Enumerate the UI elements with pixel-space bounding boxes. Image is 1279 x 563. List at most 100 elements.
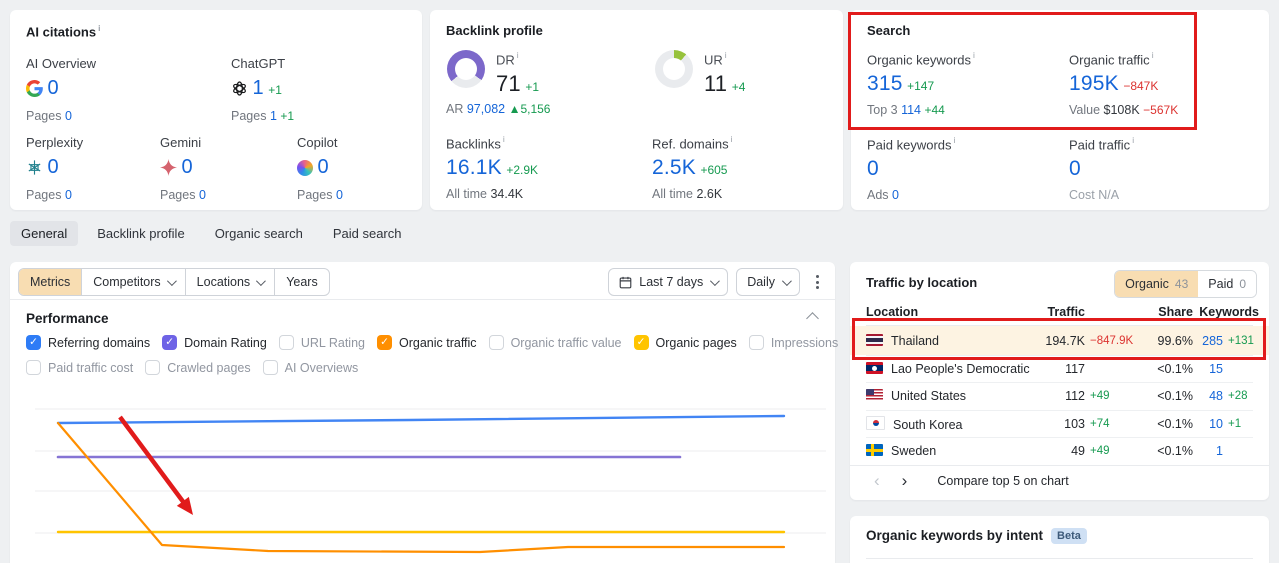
thailand-flag-icon [866,333,883,346]
checkbox-label: Crawled pages [167,360,251,375]
keywords-value[interactable]: 10 [1193,417,1223,431]
more-options-button[interactable] [808,269,827,295]
checkbox-paid-traffic-cost[interactable]: Paid traffic cost [26,360,133,375]
checkbox-organic-pages[interactable]: Organic pages [633,335,737,350]
column-share[interactable]: Share [1143,305,1193,319]
dr-donut [447,50,485,88]
checkbox-label: Organic pages [655,335,737,350]
next-page-icon[interactable] [902,472,908,489]
keywords-by-intent-panel: Organic keywords by intent Beta [850,516,1269,563]
keywords-value[interactable]: 1 [1193,444,1223,458]
ai-item-label: Copilot [297,135,338,150]
keywords-value[interactable]: 15 [1193,362,1223,376]
table-row-laos[interactable]: Lao People's Democratic Rep 117 <0.1% 15 [850,355,1269,382]
backlink-profile-title: Backlink profile [446,23,543,38]
column-keywords[interactable]: Keywords [1193,305,1259,319]
ar-label: AR [446,102,464,116]
ai-item-label: ChatGPT [231,56,286,71]
years-segment[interactable]: Years [275,269,329,295]
table-row-united-states[interactable]: United States 112 +49 <0.1% 48 +28 [850,382,1269,410]
organic-traffic-value[interactable]: 195K [1069,72,1119,95]
share-value: <0.1% [1157,444,1193,458]
checkbox-organic-traffic[interactable]: Organic traffic [376,335,477,350]
performance-toolbar: Metrics Competitors Locations Years Last… [18,268,827,296]
checkbox-crawled-pages[interactable]: Crawled pages [145,360,251,375]
keywords-value[interactable]: 285 [1193,334,1223,348]
info-icon[interactable] [515,50,519,69]
organic-traffic-block: Organic traffic 195K −847K Value $108K −… [1069,50,1178,117]
top3-value[interactable]: 114 [901,103,921,117]
ads-value[interactable]: 0 [892,188,899,202]
checkbox-domain-rating[interactable]: Domain Rating [162,335,267,350]
table-pagination: Compare top 5 on chart [874,472,1068,489]
pages-label: Pages [26,188,62,202]
pages-value[interactable]: 0 [65,188,72,202]
tab-organic-search[interactable]: Organic search [204,221,314,246]
pages-value[interactable]: 0 [65,109,72,123]
info-icon[interactable] [971,50,975,69]
checkbox-icon [278,335,294,350]
checkbox-label: URL Rating [300,335,365,350]
previous-page-icon[interactable] [874,472,880,489]
ai-item-value[interactable]: 0 [181,156,192,178]
pages-value[interactable]: 1 [270,109,277,123]
value-delta: −567K [1143,103,1179,118]
table-row-thailand[interactable]: Thailand 194.7K −847.9K 99.6% 285 +131 [850,326,1269,355]
performance-chart[interactable] [10,380,835,563]
checkbox-url-rating[interactable]: URL Rating [278,335,365,350]
chevron-down-icon [781,275,792,286]
info-icon[interactable] [952,135,956,154]
locations-dropdown[interactable]: Locations [186,269,276,295]
value-label: Value [1069,103,1101,118]
info-icon[interactable] [729,134,733,153]
backlinks-value[interactable]: 16.1K [446,156,502,179]
toggle-paid[interactable]: Paid 0 [1198,271,1256,297]
competitors-dropdown[interactable]: Competitors [82,269,186,295]
checkbox-icon [262,360,278,375]
tab-backlink-profile[interactable]: Backlink profile [86,221,195,246]
toggle-organic-label: Organic [1125,277,1169,291]
compare-top5-link[interactable]: Compare top 5 on chart [937,474,1068,488]
location-name: United States [891,389,967,403]
column-traffic[interactable]: Traffic [1033,305,1085,319]
locations-label: Locations [196,275,251,289]
pages-value[interactable]: 0 [336,188,343,202]
column-location[interactable]: Location [866,305,1033,319]
info-icon[interactable] [96,23,100,39]
pages-value[interactable]: 0 [199,188,206,202]
pages-delta: +1 [280,109,295,123]
granularity-button[interactable]: Daily [736,268,800,296]
traffic-value: 117 [1065,361,1085,376]
alltime-label: All time [446,187,487,202]
tab-paid-search[interactable]: Paid search [322,221,413,246]
toggle-organic[interactable]: Organic 43 [1115,271,1199,297]
info-icon[interactable] [1130,135,1134,154]
paid-traffic-value[interactable]: 0 [1069,157,1081,180]
keywords-delta: +1 [1228,417,1242,430]
paid-keywords-value[interactable]: 0 [867,157,879,180]
ai-item-value[interactable]: 1 [252,77,263,99]
metrics-segment[interactable]: Metrics [19,269,83,295]
date-range-button[interactable]: Last 7 days [608,268,729,296]
ai-item-value[interactable]: 0 [317,156,328,178]
ai-item-value[interactable]: 0 [47,156,58,178]
ai-item-value[interactable]: 0 [47,77,58,99]
info-icon[interactable] [501,134,505,153]
info-icon[interactable] [723,50,727,69]
checkbox-referring-domains[interactable]: Referring domains [26,335,150,350]
checkbox-organic-traffic-value[interactable]: Organic traffic value [488,335,622,350]
organic-keywords-value[interactable]: 315 [867,72,903,95]
ref-domains-value[interactable]: 2.5K [652,156,696,179]
collapse-section-button[interactable] [806,312,819,325]
tab-general[interactable]: General [10,220,79,246]
ar-value[interactable]: 97,082 [467,102,505,116]
toggle-paid-label: Paid [1208,277,1234,291]
info-icon[interactable] [1150,50,1154,69]
checkbox-ai-overviews[interactable]: AI Overviews [262,360,358,375]
table-row-south-korea[interactable]: South Korea 103 +74 <0.1% 10 +1 [850,410,1269,437]
beta-badge: Beta [1051,528,1087,544]
table-row-sweden[interactable]: Sweden 49 +49 <0.1% 1 [850,437,1269,465]
traffic-delta: +49 [1090,390,1110,402]
keywords-value[interactable]: 48 [1193,389,1223,403]
checkbox-impressions[interactable]: Impressions [748,335,838,350]
